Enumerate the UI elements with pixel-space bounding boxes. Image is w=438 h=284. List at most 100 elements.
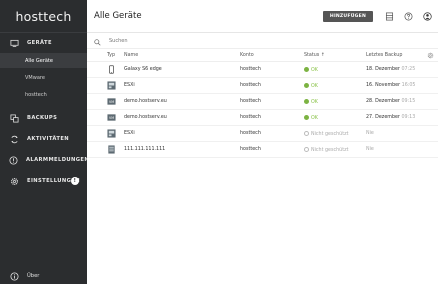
device-account: hosttech [240, 99, 261, 104]
help-icon[interactable] [403, 11, 413, 21]
backup-date: 27. Dezember [366, 115, 400, 120]
export-icon[interactable] [384, 11, 394, 21]
svg-text:VM: VM [109, 100, 114, 104]
device-status: OK [304, 66, 366, 73]
table-row[interactable]: 111.111.111.111 hosttech Nicht geschützt Ni… [87, 142, 438, 158]
table-row[interactable]: Galaxy S6 edge hosttech OK 18. Dezember 07:… [87, 62, 438, 78]
virtual-machine-icon: VM [87, 113, 124, 122]
gear-icon [9, 176, 19, 186]
user-icon[interactable] [422, 11, 432, 21]
backup-time: 16:05 [401, 83, 416, 88]
device-account: hosttech [240, 67, 261, 72]
sidebar-item-all-devices[interactable]: Alle Geräte [0, 53, 87, 68]
col-status[interactable]: Status ↑ [304, 53, 366, 58]
main-panel: Alle Geräte HINZUFÜGEN Typ Name Konto St… [87, 0, 438, 284]
table-row[interactable]: VM demo.hostserv.eu hosttech OK 28. Dezember… [87, 94, 438, 110]
device-status: OK [304, 82, 366, 89]
col-account[interactable]: Konto [240, 53, 304, 58]
device-last-backup: 18. Dezember 07:25 [366, 67, 438, 72]
device-last-backup: 27. Dezember 09:13 [366, 115, 438, 120]
nav-alarms[interactable]: ALARMMELDUNGEN [0, 153, 90, 167]
table-body: Galaxy S6 edge hosttech OK 18. Dezember 07:… [87, 62, 438, 158]
device-last-backup: 16. November 16:05 [366, 83, 438, 88]
status-text: OK [311, 115, 318, 121]
ok-check-icon [304, 114, 309, 120]
device-last-backup: Nie [366, 147, 438, 152]
ok-check-icon [304, 66, 309, 72]
svg-text:VM: VM [109, 116, 114, 120]
device-account: hosttech [240, 147, 261, 152]
column-settings-gear-icon[interactable] [426, 51, 434, 59]
smartphone-icon [87, 65, 124, 74]
device-account: hosttech [240, 131, 261, 136]
device-name[interactable]: 111.111.111.111 [124, 147, 240, 152]
table-row[interactable]: ESXi hosttech OK 16. November 16:05 [87, 78, 438, 94]
nav-alarms-label: ALARMMELDUNGEN [26, 157, 90, 163]
esxi-host-icon [87, 81, 124, 90]
device-last-backup: Nie [366, 131, 438, 136]
backup-date: 18. Dezember [366, 67, 400, 72]
ok-check-icon [304, 82, 309, 88]
nav-about-label: Über [27, 273, 40, 279]
backup-date: Nie [366, 147, 374, 152]
not-protected-icon [304, 146, 309, 152]
backup-date: 28. Dezember [366, 99, 400, 104]
search-icon [94, 31, 101, 50]
device-status: Nicht geschützt [304, 146, 366, 153]
page-title: Alle Geräte [94, 11, 142, 21]
nav-backups-label: BACKUPS [27, 115, 58, 121]
status-text: Nicht geschützt [311, 131, 349, 137]
not-protected-icon [304, 130, 309, 136]
device-status: OK [304, 98, 366, 105]
backup-time: 09:13 [401, 115, 416, 120]
device-account: hosttech [240, 115, 261, 120]
status-text: OK [311, 99, 318, 105]
nav-settings[interactable]: EINSTELLUNGEN ! [0, 174, 87, 188]
info-icon [9, 271, 19, 281]
status-text: Nicht geschützt [311, 147, 349, 153]
backup-date: Nie [366, 131, 374, 136]
backup-time: 09:15 [401, 99, 416, 104]
ok-check-icon [304, 98, 309, 104]
col-name[interactable]: Name [124, 53, 240, 58]
device-name[interactable]: Galaxy S6 edge [124, 67, 240, 72]
logo: hosttech [0, 0, 87, 33]
nav-activities[interactable]: AKTIVITÄTEN [0, 132, 87, 146]
sidebar-item-vmware[interactable]: VMware [0, 70, 87, 85]
device-name[interactable]: demo.hostserv.eu [124, 99, 240, 104]
add-button[interactable]: HINZUFÜGEN [322, 10, 373, 22]
activity-icon [9, 134, 19, 144]
device-status: Nicht geschützt [304, 130, 366, 137]
nav-backups[interactable]: BACKUPS [0, 111, 87, 125]
device-last-backup: 28. Dezember 09:15 [366, 99, 438, 104]
header: Alle Geräte HINZUFÜGEN [87, 0, 438, 33]
device-account: hosttech [240, 83, 261, 88]
backup-date: 16. November [366, 83, 401, 88]
backup-icon [9, 113, 19, 123]
virtual-machine-icon: VM [87, 97, 124, 106]
search-bar [87, 33, 438, 49]
nav-activities-label: AKTIVITÄTEN [27, 136, 70, 142]
nav-devices[interactable]: GERÄTE [0, 36, 87, 50]
status-text: OK [311, 67, 318, 73]
monitor-icon [9, 38, 19, 48]
device-name[interactable]: ESXi [124, 83, 240, 88]
sidebar-item-hosttech[interactable]: hosttech [0, 87, 87, 102]
nav-about[interactable]: Über [9, 271, 39, 281]
device-name[interactable]: demo.hostserv.eu [124, 115, 240, 120]
esxi-host-icon [87, 129, 124, 138]
table-row[interactable]: VM demo.hostserv.eu hosttech OK 27. Dezember… [87, 110, 438, 126]
alert-icon [9, 155, 18, 165]
status-text: OK [311, 83, 318, 89]
col-type[interactable]: Typ [87, 53, 124, 58]
device-status: OK [304, 114, 366, 121]
backup-time: 07:25 [401, 67, 416, 72]
device-name[interactable]: ESXi [124, 131, 240, 136]
sidebar: hosttech GERÄTE Alle Geräte VMware hostt… [0, 0, 90, 284]
search-input[interactable] [107, 36, 261, 45]
server-icon [87, 145, 124, 154]
table-row[interactable]: ESXi hosttech Nicht geschützt Nie [87, 126, 438, 142]
settings-badge: ! [71, 177, 79, 185]
table-header: Typ Name Konto Status ↑ Letztes Backup [87, 49, 438, 62]
nav-devices-label: GERÄTE [27, 40, 52, 46]
